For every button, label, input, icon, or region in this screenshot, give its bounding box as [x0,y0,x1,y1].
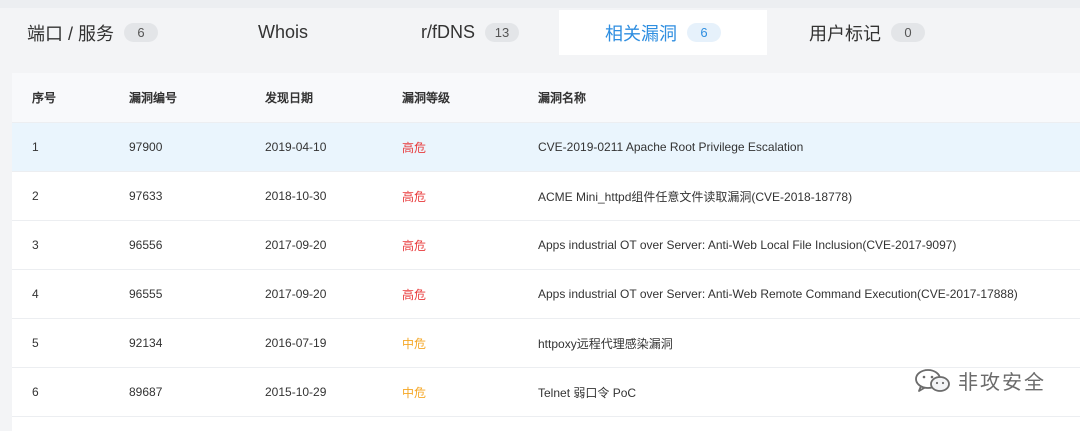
cell-date: 2016-07-19 [265,336,327,350]
tab-rfdns[interactable]: r/fDNS 13 [381,10,559,55]
tab-count-badge: 6 [124,23,158,42]
cell-vuln-id: 97633 [129,189,163,203]
tab-label: 端口 / 服务 [26,23,114,44]
column-header-index: 序号 [32,91,57,105]
tab-bar: 端口 / 服务 6 Whois r/fDNS 13 相关漏洞 6 用户标记 0 [0,0,1080,55]
column-header-date: 发现日期 [265,91,314,105]
cell-vuln-name: CVE-2019-0211 Apache Root Privilege Esca… [538,140,804,154]
cell-index: 5 [32,336,39,350]
tab-whois[interactable]: Whois [185,10,381,55]
cell-level: 中危 [402,336,427,351]
table-row[interactable]: 4 96555 2017-09-20 高危 Apps industrial OT… [12,270,1080,319]
wechat-icon [915,368,950,392]
cell-vuln-name: Apps industrial OT over Server: Anti-Web… [538,238,957,252]
column-header-name: 漏洞名称 [538,91,587,105]
cell-index: 6 [32,385,39,399]
cell-level: 高危 [402,287,427,302]
table-header-row: 序号 漏洞编号 发现日期 漏洞等级 漏洞名称 [12,73,1080,123]
tab-label: 相关漏洞 [605,23,677,44]
cell-vuln-id: 96555 [129,287,163,301]
cell-date: 2017-09-20 [265,238,327,252]
tab-ports-services[interactable]: 端口 / 服务 6 [0,10,185,55]
tab-related-vulnerabilities[interactable]: 相关漏洞 6 [559,10,767,55]
table-row[interactable]: 2 97633 2018-10-30 高危 ACME Mini_httpd组件任… [12,172,1080,221]
cell-date: 2018-10-30 [265,189,327,203]
column-header-level: 漏洞等级 [402,91,451,105]
table-row[interactable]: 5 92134 2016-07-19 中危 httpoxy远程代理感染漏洞 [12,319,1080,368]
tab-label: r/fDNS [421,22,475,42]
cell-index: 2 [32,189,39,203]
cell-vuln-id: 92134 [129,336,163,350]
table-row[interactable]: 3 96556 2017-09-20 高危 Apps industrial OT… [12,221,1080,270]
column-header-vuln-id: 漏洞编号 [129,91,178,105]
cell-vuln-id: 97900 [129,140,163,154]
cell-vuln-name: Apps industrial OT over Server: Anti-Web… [538,287,1018,301]
tab-count-badge: 0 [891,23,925,42]
cell-level: 高危 [402,238,427,253]
watermark: 非攻安全 [914,366,1046,395]
cell-index: 1 [32,140,39,154]
cell-date: 2019-04-10 [265,140,327,154]
cell-index: 4 [32,287,39,301]
cell-date: 2017-09-20 [265,287,327,301]
cell-index: 3 [32,238,39,252]
cell-vuln-name: httpoxy远程代理感染漏洞 [538,336,673,351]
cell-level: 高危 [402,189,427,204]
tab-label: 用户标记 [809,23,881,44]
cell-vuln-name: Telnet 弱口令 PoC [538,385,637,400]
tab-user-tags[interactable]: 用户标记 0 [767,10,967,55]
tab-count-badge: 13 [485,23,519,42]
tab-count-badge: 6 [687,23,721,42]
table-row[interactable]: 1 97900 2019-04-10 高危 CVE-2019-0211 Apac… [12,123,1080,172]
cell-vuln-name: ACME Mini_httpd组件任意文件读取漏洞(CVE-2018-18778… [538,189,853,204]
watermark-text: 非攻安全 [958,372,1046,394]
cell-level: 中危 [402,385,427,400]
tab-label: Whois [257,22,308,42]
cell-level: 高危 [402,140,427,155]
cell-vuln-id: 89687 [129,385,163,399]
cell-date: 2015-10-29 [265,385,327,399]
cell-vuln-id: 96556 [129,238,163,252]
